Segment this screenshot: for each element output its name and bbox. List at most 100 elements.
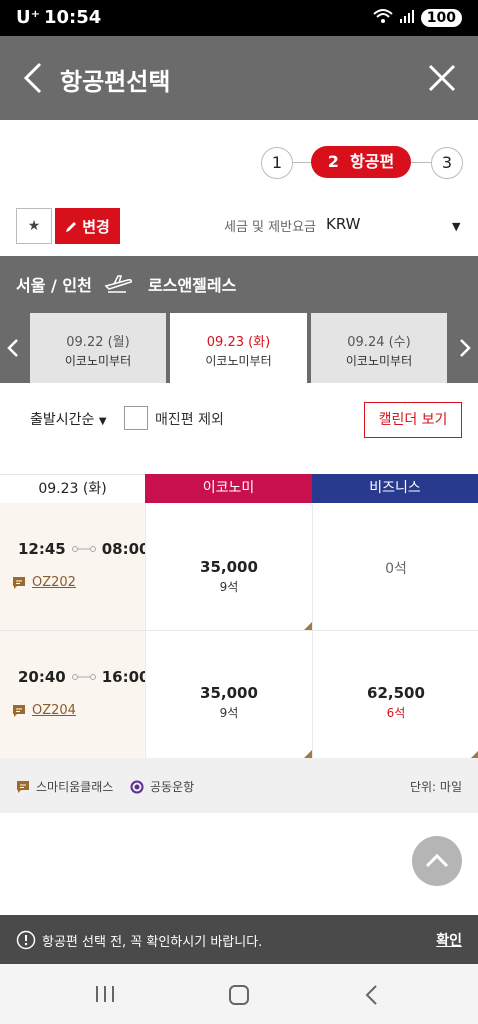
codeshare-icon — [130, 780, 144, 793]
date-tab-0922[interactable]: 09.22 (월) 이코노미부터 — [30, 313, 166, 383]
corner-marker — [304, 750, 312, 758]
economy-seats: 9석 — [219, 706, 239, 720]
legend-smartium: 스마티움클래스 — [16, 778, 113, 795]
legend-bar: 스마티움클래스 공동운항 단위: 마일 — [0, 758, 478, 813]
clock: 10:54 — [44, 7, 102, 28]
step-2-active: 2 항공편 — [311, 146, 411, 178]
corner-marker — [471, 750, 478, 758]
scroll-top-button[interactable] — [412, 836, 462, 886]
economy-fare-cell[interactable]: 35,000 9석 — [145, 631, 312, 759]
depart-time: 12:45 — [18, 540, 66, 558]
date-tab-class: 이코노미부터 — [205, 354, 272, 368]
sort-label: 출발시간순 — [30, 412, 95, 428]
notice-bar: 항공편 선택 전, 꼭 확인하시기 바랍니다. 확인 — [0, 915, 478, 964]
airplane-icon — [104, 272, 134, 298]
unit-label: 단위: 마일 — [409, 780, 462, 794]
caret-down-icon[interactable]: ▼ — [452, 220, 460, 233]
change-button[interactable]: 변경 — [55, 208, 120, 244]
arrive-time: 16:00 — [101, 668, 150, 686]
app-header: 항공편선택 — [0, 36, 478, 120]
step-1: 1 — [261, 147, 293, 179]
smartium-icon — [13, 576, 25, 589]
arrive-time: 08:00 — [101, 540, 150, 558]
economy-seats: 9석 — [219, 580, 239, 594]
economy-price: 35,000 — [200, 684, 258, 702]
date-tab-class: 이코노미부터 — [345, 354, 413, 368]
favorite-button[interactable]: ★ — [16, 208, 52, 244]
confirm-link[interactable]: 확인 — [436, 930, 462, 950]
close-button[interactable] — [422, 58, 462, 98]
caret-down-icon: ▼ — [98, 416, 107, 427]
economy-fare-cell[interactable]: 35,000 9석 — [145, 503, 312, 631]
calendar-view-button[interactable]: 캘린더 보기 — [364, 402, 462, 438]
notice-text: 항공편 선택 전, 꼭 확인하시기 바랍니다. — [42, 935, 263, 950]
route-line-icon — [71, 674, 96, 680]
step-2-number: 2 — [327, 152, 339, 171]
flight-number: OZ202 — [32, 575, 76, 590]
home-icon[interactable] — [227, 984, 251, 1006]
flight-times: 12:45 08:00 — [18, 540, 150, 558]
economy-price: 35,000 — [200, 558, 258, 576]
status-icons: 100 — [373, 8, 462, 27]
recent-apps-icon[interactable] — [94, 984, 116, 1004]
date-tab-0924[interactable]: 09.24 (수) 이코노미부터 — [311, 313, 447, 383]
currency-select[interactable]: KRW — [326, 215, 360, 233]
wifi-icon — [373, 8, 393, 27]
step-3: 3 — [431, 147, 463, 179]
carrier-label: U⁺ — [16, 7, 41, 28]
info-icon — [16, 930, 36, 950]
close-icon — [428, 64, 456, 92]
sort-dropdown[interactable]: 출발시간순 ▼ — [30, 409, 107, 429]
change-label: 변경 — [82, 217, 110, 236]
economy-header: 이코노미 — [145, 474, 312, 503]
legend-codeshare-label: 공동운항 — [150, 780, 195, 794]
flight-number: OZ204 — [32, 703, 76, 718]
table-date-header: 09.23 (화) — [0, 474, 145, 505]
back-icon[interactable] — [362, 984, 382, 1006]
exclude-soldout-label: 매진편 제외 — [155, 412, 224, 428]
chevron-right-icon — [460, 339, 471, 357]
signal-icon — [399, 8, 415, 27]
chevron-up-icon — [425, 853, 449, 868]
corner-marker — [304, 622, 312, 630]
business-fare-cell[interactable]: 62,500 6석 — [312, 631, 478, 759]
business-seats: 6석 — [386, 706, 406, 720]
business-fare-cell: 0석 — [312, 503, 478, 631]
flight-info-cell: 20:40 16:00 OZ204 — [0, 631, 150, 759]
business-seats: 0석 — [385, 561, 407, 577]
step-connector — [293, 162, 311, 163]
step-2-label: 항공편 — [350, 152, 395, 171]
step-connector — [411, 162, 431, 163]
smartium-icon — [13, 704, 25, 717]
business-price: 62,500 — [367, 684, 425, 702]
status-bar: U⁺ 10:54 100 — [0, 0, 478, 36]
chevron-left-icon — [7, 339, 18, 357]
battery-indicator: 100 — [420, 8, 462, 27]
date-tab-date: 09.23 (화) — [206, 335, 271, 350]
prev-date-button[interactable] — [0, 330, 28, 366]
flight-number-link[interactable]: OZ204 — [12, 703, 76, 718]
legend-codeshare: 공동운항 — [130, 778, 194, 795]
legend-smartium-label: 스마티움클래스 — [36, 780, 114, 794]
origin-city: 서울 / 인천 — [16, 276, 92, 295]
smartium-icon — [17, 780, 29, 793]
page-title: 항공편선택 — [60, 68, 171, 96]
date-tab-0923[interactable]: 09.23 (화) 이코노미부터 — [170, 313, 307, 383]
back-button[interactable] — [16, 58, 56, 98]
destination-city: 로스앤젤레스 — [148, 276, 237, 295]
flight-times: 20:40 16:00 — [18, 668, 150, 686]
pencil-icon — [66, 221, 77, 232]
date-tab-date: 09.22 (월) — [66, 335, 130, 350]
system-nav-bar — [0, 964, 478, 1024]
date-tab-class: 이코노미부터 — [64, 354, 132, 368]
tax-label: 세금 및 제반요금 — [224, 220, 316, 235]
depart-time: 20:40 — [18, 668, 66, 686]
next-date-button[interactable] — [450, 330, 478, 366]
exclude-soldout-checkbox[interactable] — [124, 406, 148, 430]
business-header: 비즈니스 — [312, 474, 478, 503]
star-icon: ★ — [27, 218, 41, 234]
date-tab-date: 09.24 (수) — [347, 335, 411, 350]
chevron-left-icon — [23, 62, 42, 94]
flight-number-link[interactable]: OZ202 — [12, 575, 76, 590]
route-line-icon — [71, 546, 96, 552]
